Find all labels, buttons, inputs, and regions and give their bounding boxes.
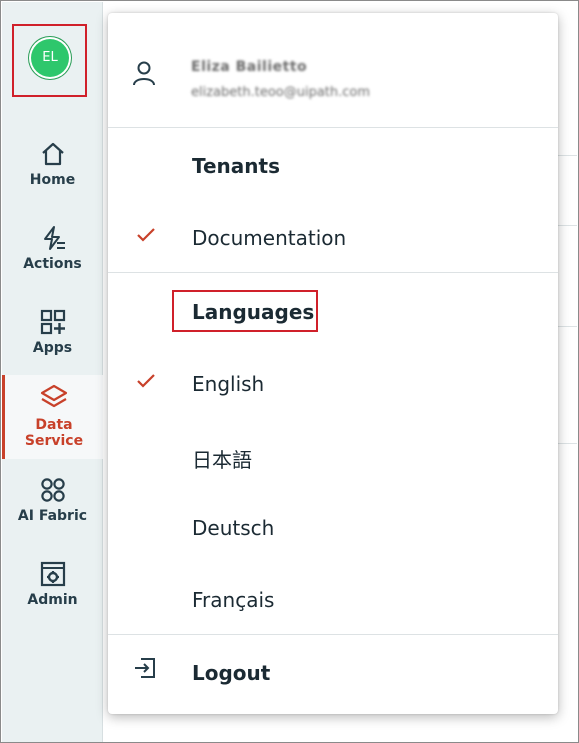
nav-label-apps: Apps <box>32 340 73 356</box>
languages-heading-row: Languages <box>108 289 558 333</box>
nav-label-ai-fabric: AI Fabric <box>17 508 88 524</box>
nav-item-admin[interactable]: Admin <box>2 560 103 608</box>
language-item-francais[interactable]: Français <box>108 577 558 621</box>
menu-divider <box>108 272 558 273</box>
nav-item-home[interactable]: Home <box>2 140 103 188</box>
nav-label-admin: Admin <box>27 592 78 608</box>
nav-label-data: Data <box>35 417 73 433</box>
tenant-item-documentation[interactable]: Documentation <box>108 215 558 259</box>
avatar[interactable]: EL <box>31 39 69 77</box>
languages-heading: Languages <box>192 300 315 324</box>
nav-label-home: Home <box>29 172 76 188</box>
home-icon <box>41 142 64 166</box>
background-divider <box>555 326 577 327</box>
admin-icon <box>40 561 65 587</box>
data-service-icon <box>40 384 68 408</box>
language-label: 日本語 <box>192 448 252 472</box>
menu-divider <box>108 127 558 128</box>
language-item-english[interactable]: English <box>108 361 558 405</box>
menu-divider <box>108 634 558 635</box>
actions-icon <box>43 226 65 250</box>
language-item-japanese[interactable]: 日本語 <box>108 433 558 477</box>
background-divider <box>555 155 577 156</box>
background-divider <box>555 225 577 226</box>
nav-item-actions[interactable]: Actions <box>2 224 103 272</box>
nav-item-ai-fabric[interactable]: AI Fabric <box>2 476 103 524</box>
check-icon <box>137 374 155 388</box>
logout-label: Logout <box>192 661 271 685</box>
tenant-label: Documentation <box>192 226 347 250</box>
logout-button[interactable]: Logout <box>108 650 558 694</box>
user-menu: Eliza Bailietto elizabeth.teoo@uipath.co… <box>108 13 558 714</box>
language-label: Français <box>192 588 275 612</box>
ai-fabric-icon <box>40 478 65 502</box>
nav-item-apps[interactable]: Apps <box>2 308 103 356</box>
tenants-heading-row: Tenants <box>108 143 558 187</box>
apps-icon <box>40 309 65 335</box>
language-label: Deutsch <box>192 516 275 540</box>
nav-item-data-service[interactable]: Data Service <box>2 375 103 459</box>
background-divider <box>555 443 577 444</box>
check-icon <box>137 228 155 242</box>
logout-icon <box>135 658 155 678</box>
user-name: Eliza Bailietto <box>191 59 308 75</box>
user-icon <box>133 61 155 86</box>
language-label: English <box>192 372 265 396</box>
nav-label-service: Service <box>24 433 84 449</box>
tenants-heading: Tenants <box>192 154 280 178</box>
language-item-deutsch[interactable]: Deutsch <box>108 505 558 549</box>
user-email: elizabeth.teoo@uipath.com <box>191 85 371 100</box>
nav-label-actions: Actions <box>23 256 82 272</box>
avatar-highlight: EL <box>12 24 87 97</box>
nav-rail: EL Home Actions Apps Data Service AI Fab… <box>2 2 103 742</box>
